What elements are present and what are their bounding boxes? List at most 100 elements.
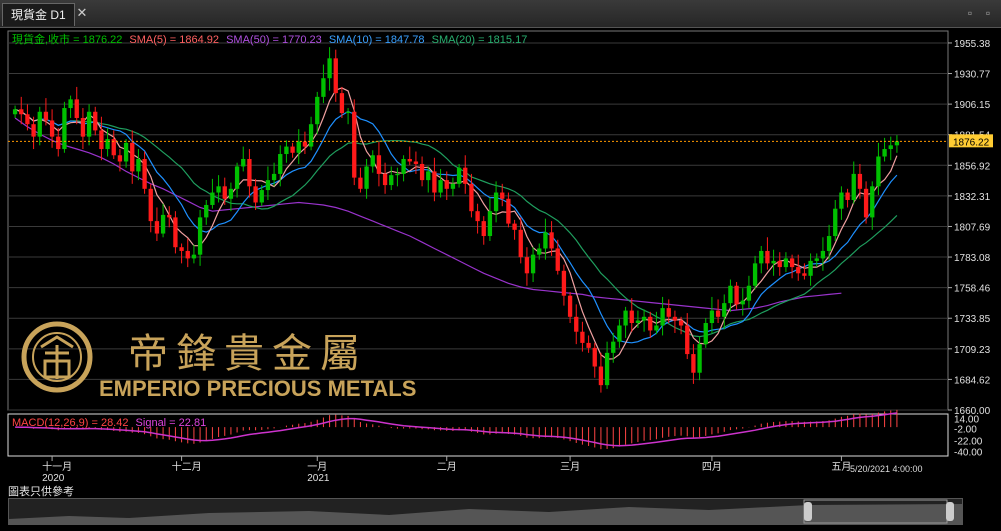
candle-body (382, 173, 388, 186)
x-tick-label: 五月 (831, 461, 851, 473)
candle-body (370, 155, 375, 167)
x-tick-label: 二月 (437, 461, 457, 473)
candle-body (302, 141, 308, 147)
candle-body (611, 341, 616, 353)
y-tick-label: 1733.85 (954, 314, 991, 325)
candle-body (530, 254, 536, 274)
candle-body (204, 204, 209, 218)
logo-english: EMPERIO PRECIOUS METALS (99, 376, 416, 401)
navigator-right-handle[interactable] (946, 502, 954, 521)
price-chart[interactable]: 1955.381930.771906.151881.541856.921832.… (0, 27, 1001, 507)
y-tick-label: 1832.31 (954, 192, 991, 203)
candle-body (321, 78, 326, 97)
candle-body (512, 223, 517, 230)
candle-body (475, 211, 480, 222)
candle-body (691, 354, 696, 373)
candle-body (142, 158, 147, 189)
candle-body (586, 342, 591, 348)
candle-body (210, 192, 215, 205)
macd-tick-label: -22.00 (954, 436, 983, 447)
candle-body (290, 146, 295, 153)
chart-tab-title: 現貨金 D1 (11, 8, 66, 22)
navigator-left-handle[interactable] (804, 502, 812, 521)
candle-body (629, 310, 634, 324)
candle-body (851, 173, 856, 200)
candle-body (549, 232, 554, 249)
candle-body (216, 186, 221, 193)
candle-body (12, 109, 18, 115)
candle-body (247, 158, 252, 187)
gold-coin-emblem (21, 321, 93, 393)
candle-body (376, 155, 382, 174)
candle-body (604, 352, 610, 386)
candle-body (765, 250, 770, 264)
candle-body (734, 285, 739, 305)
candle-body (222, 186, 227, 199)
x-tick-label: 十二月 (172, 460, 202, 473)
candle-body (419, 163, 425, 181)
chart-tab[interactable]: 現貨金 D1 (2, 3, 75, 26)
y-tick-label: 1856.92 (954, 161, 991, 172)
candle-body (167, 214, 172, 218)
candle-body (500, 192, 505, 199)
candle-body (845, 192, 850, 200)
y-tick-label: 1955.38 (954, 39, 991, 50)
candle-body (136, 158, 141, 172)
close-icon[interactable]: ✕ (73, 4, 91, 22)
candle-body (130, 142, 135, 172)
candle-body (31, 124, 36, 137)
candle-body (524, 257, 530, 274)
candle-body (598, 366, 604, 386)
logo-chinese: 帝鋒貴金屬 (128, 332, 368, 376)
candle-body (333, 58, 338, 94)
y-tick-label: 1930.77 (954, 70, 991, 81)
candle-body (185, 250, 190, 259)
candle-body (697, 344, 702, 373)
candle-body (395, 173, 400, 176)
legend-sma20: SMA(20) = 1815.17 (432, 34, 528, 46)
candle-body (561, 270, 567, 296)
candle-body (37, 111, 42, 137)
candle-body (456, 167, 462, 184)
macd-tick-label: -40.00 (954, 447, 983, 458)
candle-body (567, 295, 573, 317)
candle-body (432, 171, 437, 193)
candle-body (876, 156, 881, 187)
candle-body (506, 198, 511, 224)
candle-body (666, 308, 671, 317)
candle-body (228, 188, 234, 199)
y-tick-label: 1783.08 (954, 253, 991, 264)
x-tick-label: 四月 (702, 461, 722, 473)
candle-body (580, 331, 585, 343)
candle-body (463, 167, 468, 184)
last-time-label: 5/20/2021 4:00:00 (850, 464, 923, 474)
candle-body (641, 316, 647, 321)
candle-body (444, 180, 449, 189)
y-tick-label: 1906.15 (954, 100, 991, 111)
candle-body (253, 186, 258, 203)
candle-body (654, 325, 659, 331)
candle-body (709, 310, 715, 324)
candle-body (179, 247, 184, 251)
candle-body (345, 111, 351, 114)
maximize-icon[interactable]: ▫ (979, 4, 997, 22)
candle-body (555, 248, 560, 271)
indicator-legend: 現貨金,收市 = 1876.22 SMA(5) = 1864.92 SMA(50… (12, 32, 527, 46)
candle-body (259, 190, 264, 203)
candle-body (518, 229, 523, 258)
candle-body (857, 173, 863, 189)
candle-body (93, 111, 98, 131)
price-axis: 1955.381930.771906.151881.541856.921832.… (948, 39, 991, 417)
candle-body (352, 111, 357, 178)
candle-body (49, 120, 55, 137)
candle-body (635, 320, 641, 324)
macd-legend: MACD(12,26,9) = 28.42 Signal = 22.81 (12, 417, 206, 429)
candle-body (68, 99, 73, 109)
restore-icon[interactable]: ▫ (961, 4, 979, 22)
x-tick-label: 三月 (560, 461, 580, 473)
candle-body (783, 258, 789, 268)
candle-body (413, 161, 419, 164)
chart-navigator[interactable] (8, 498, 963, 525)
time-axis: 十一月2020十二月 一月2021二月 三月 四月 五月 (42, 456, 851, 484)
tab-bar: 現貨金 D1 ✕ ▫ ▫ (0, 0, 1001, 28)
